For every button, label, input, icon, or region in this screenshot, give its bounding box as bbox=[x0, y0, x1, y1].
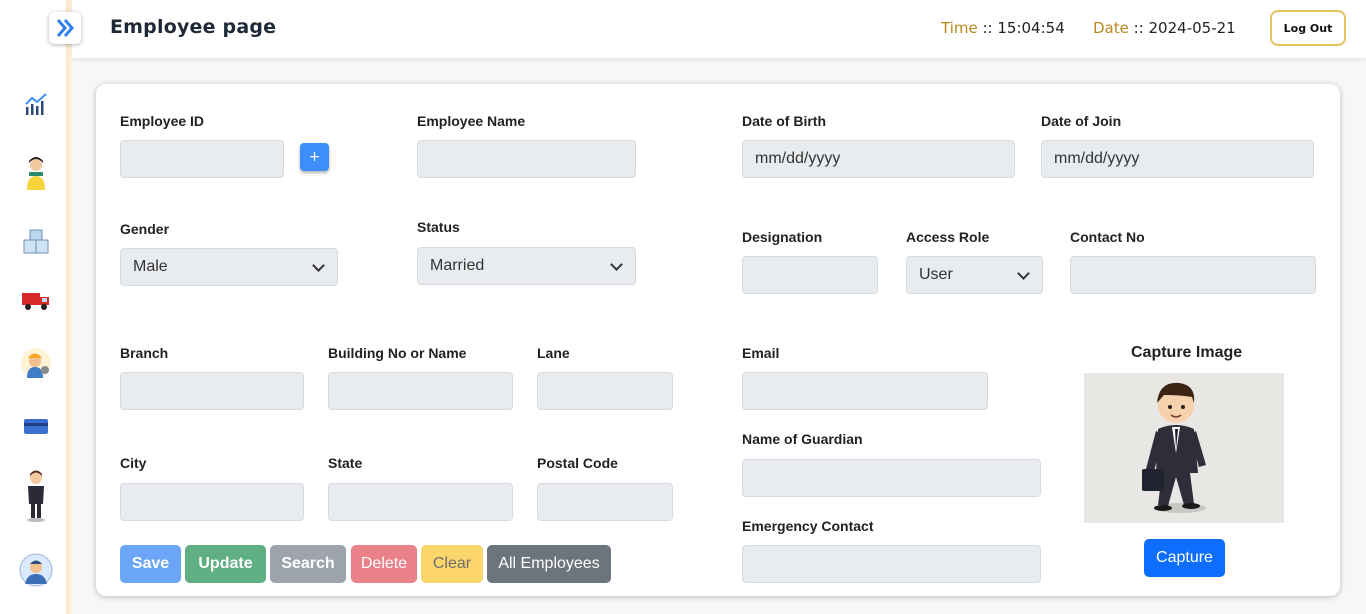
employee-icon[interactable] bbox=[18, 470, 54, 522]
lane-label: Lane bbox=[537, 345, 570, 361]
all-employees-button[interactable]: All Employees bbox=[487, 545, 611, 583]
search-button[interactable]: Search bbox=[270, 545, 346, 583]
add-employee-id-button[interactable]: + bbox=[300, 143, 329, 171]
branch-label: Branch bbox=[120, 345, 169, 361]
contact-input[interactable] bbox=[1070, 256, 1316, 294]
contact-label: Contact No bbox=[1070, 229, 1145, 245]
chart-icon[interactable] bbox=[18, 86, 54, 122]
emergency-contact-label: Emergency Contact bbox=[742, 518, 874, 534]
building-input[interactable] bbox=[328, 372, 513, 410]
time-value: 15:04:54 bbox=[997, 19, 1065, 37]
city-input[interactable] bbox=[120, 483, 304, 521]
designation-input[interactable] bbox=[742, 256, 878, 294]
branch-input[interactable] bbox=[120, 372, 304, 410]
employee-name-input[interactable] bbox=[417, 140, 636, 178]
status-value: Married bbox=[430, 257, 485, 274]
gender-value: Male bbox=[133, 258, 168, 275]
designation-label: Designation bbox=[742, 229, 823, 245]
guardian-input[interactable] bbox=[742, 459, 1041, 497]
logout-button[interactable]: Log Out bbox=[1270, 10, 1346, 46]
packages-icon[interactable] bbox=[18, 224, 54, 260]
time-label: Time bbox=[941, 19, 978, 37]
employee-name-label: Employee Name bbox=[417, 113, 526, 129]
access-role-label: Access Role bbox=[906, 229, 990, 245]
building-label: Building No or Name bbox=[328, 345, 467, 361]
date-value: 2024-05-21 bbox=[1148, 19, 1236, 37]
sidebar bbox=[0, 0, 66, 614]
time-separator: :: bbox=[977, 19, 998, 37]
city-label: City bbox=[120, 455, 147, 471]
state-input[interactable] bbox=[328, 483, 513, 521]
card-icon[interactable] bbox=[18, 408, 54, 444]
lane-input[interactable] bbox=[537, 372, 673, 410]
doj-label: Date of Join bbox=[1041, 113, 1122, 129]
delete-button[interactable]: Delete bbox=[351, 545, 417, 583]
access-role-select[interactable]: User bbox=[906, 256, 1043, 294]
capture-image-title: Capture Image bbox=[1131, 344, 1243, 361]
guardian-label: Name of Guardian bbox=[742, 431, 863, 447]
customer-icon[interactable] bbox=[18, 155, 54, 191]
clear-button[interactable]: Clear bbox=[421, 545, 483, 583]
profile-icon[interactable] bbox=[18, 552, 54, 588]
email-input[interactable] bbox=[742, 372, 988, 410]
double-chevron-right-icon bbox=[56, 19, 74, 37]
gender-label: Gender bbox=[120, 221, 170, 237]
state-label: State bbox=[328, 455, 363, 471]
employee-id-input[interactable] bbox=[120, 140, 284, 178]
dob-input[interactable]: mm/dd/yyyy bbox=[742, 140, 1015, 178]
sidebar-toggle-button[interactable] bbox=[49, 12, 81, 44]
page-title: Employee page bbox=[110, 16, 277, 38]
doj-input[interactable]: mm/dd/yyyy bbox=[1041, 140, 1314, 178]
captured-employee-photo bbox=[1084, 373, 1284, 523]
status-label: Status bbox=[417, 219, 460, 235]
delivery-truck-icon[interactable] bbox=[18, 283, 54, 319]
status-select[interactable]: Married bbox=[417, 247, 636, 285]
postal-code-label: Postal Code bbox=[537, 455, 618, 471]
postal-code-input[interactable] bbox=[537, 483, 673, 521]
sidebar-divider bbox=[66, 0, 72, 614]
date-label: Date bbox=[1093, 19, 1129, 37]
employee-id-label: Employee ID bbox=[120, 113, 205, 129]
capture-button[interactable]: Capture bbox=[1144, 539, 1225, 577]
date-separator: :: bbox=[1128, 19, 1149, 37]
top-header: Employee page Time :: 15:04:54 Date :: 2… bbox=[72, 0, 1366, 58]
update-button[interactable]: Update bbox=[185, 545, 266, 583]
access-role-value: User bbox=[919, 266, 953, 283]
save-button[interactable]: Save bbox=[120, 545, 181, 583]
time-display: Time :: 15:04:54 bbox=[941, 19, 1065, 37]
email-label: Email bbox=[742, 345, 780, 361]
emergency-contact-input[interactable] bbox=[742, 545, 1041, 583]
gender-select[interactable]: Male bbox=[120, 248, 338, 286]
dob-label: Date of Birth bbox=[742, 113, 826, 129]
worker-icon[interactable] bbox=[18, 345, 54, 381]
date-display: Date :: 2024-05-21 bbox=[1093, 19, 1236, 37]
